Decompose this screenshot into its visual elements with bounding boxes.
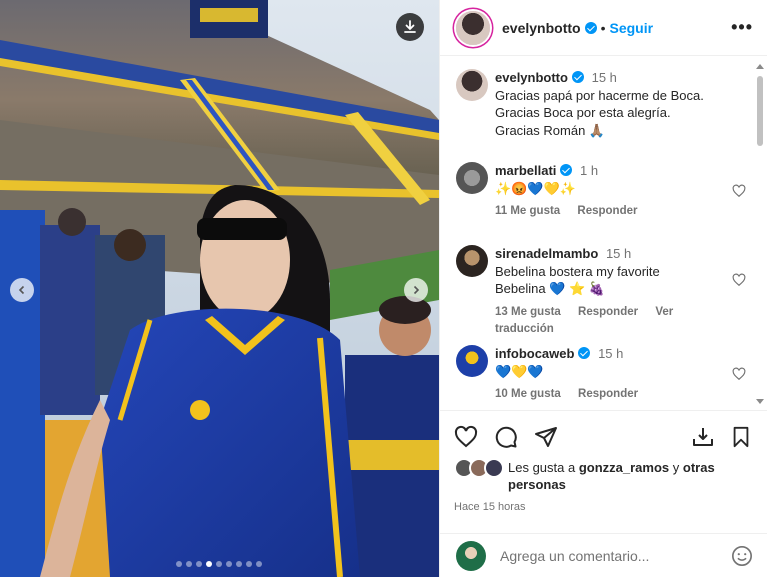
posted-time[interactable]: Hace 15 horas [454, 501, 753, 513]
comment-time[interactable]: 15 h [598, 346, 623, 361]
chevron-left-icon [18, 285, 25, 295]
carousel-dot [216, 561, 222, 567]
scroll-up-arrow-icon[interactable] [756, 64, 764, 69]
carousel-dot [176, 561, 182, 567]
others-link[interactable]: otras [683, 460, 715, 475]
more-options-button[interactable]: ••• [731, 17, 753, 38]
comment-avatar[interactable] [456, 345, 488, 377]
caption-line: Gracias Román 🙏🏽 [495, 122, 606, 138]
caption-username[interactable]: evelynbotto [495, 70, 568, 85]
caption-avatar[interactable] [456, 69, 488, 101]
header-separator: • [600, 19, 606, 36]
post-side-panel: evelynbotto • Seguir ••• evelynbotto 15 … [439, 0, 767, 577]
comment-heart-icon[interactable] [732, 184, 746, 198]
follow-button[interactable]: Seguir [609, 20, 653, 36]
likes-prefix: Les gusta a [508, 460, 576, 475]
carousel-dot [206, 561, 212, 567]
chevron-right-icon [413, 285, 420, 295]
like-button[interactable] [454, 425, 478, 449]
emoji-icon[interactable] [731, 545, 753, 567]
comment-likes[interactable]: 11 Me gusta [495, 205, 560, 217]
carousel-next-button[interactable] [404, 278, 428, 302]
author-username[interactable]: evelynbotto [502, 20, 581, 36]
add-comment-input[interactable]: Agrega un comentario... [500, 548, 731, 564]
bookmark-icon [733, 426, 749, 448]
likes-summary: Les gusta a gonzza_ramos y otras persona… [454, 458, 753, 493]
liker-username[interactable]: gonzza_ramos [579, 460, 669, 475]
liker-avatar [484, 458, 504, 478]
others-link-line2[interactable]: personas [508, 477, 566, 492]
comment-item: infobocaweb 15 h 💙💛💙 10 Me gusta Respond… [456, 345, 746, 404]
heart-icon [454, 425, 478, 448]
send-icon [535, 427, 557, 447]
save-button[interactable] [729, 425, 753, 449]
save-to-collection-button[interactable] [691, 425, 715, 449]
reply-button[interactable]: Responder [578, 306, 638, 318]
caption-time[interactable]: 15 h [592, 70, 617, 85]
comment-heart-icon[interactable] [732, 273, 746, 287]
caption-line: Gracias papá por hacerme de Boca. [495, 87, 704, 103]
comment-time[interactable]: 1 h [580, 163, 598, 178]
comment-text: 💙💛💙 [495, 363, 544, 379]
comment-time[interactable]: 15 h [606, 246, 631, 261]
scroll-thumb[interactable] [757, 76, 763, 146]
comment-likes[interactable]: 13 Me gusta [495, 306, 561, 318]
verified-badge-icon [584, 21, 597, 34]
comment-icon [495, 426, 517, 448]
post-photo[interactable] [0, 0, 439, 577]
author-avatar[interactable] [456, 10, 490, 45]
comments-scrollbar[interactable] [756, 64, 764, 404]
comment-text: ✨😡💙💛✨ [495, 180, 576, 196]
download-button[interactable] [396, 13, 424, 41]
comment-item: marbellati 1 h ✨😡💙💛✨ 11 Me gusta Respond… [456, 162, 746, 221]
scroll-down-arrow-icon[interactable] [756, 399, 764, 404]
caption-line: Gracias Boca por esta alegría. [495, 105, 671, 120]
carousel-dot [256, 561, 262, 567]
verified-badge-icon [571, 71, 584, 83]
comment-text: Bebelina 💙 ⭐ 🍇 [495, 281, 605, 296]
comment-likes[interactable]: 10 Me gusta [495, 388, 561, 400]
carousel-prev-button[interactable] [10, 278, 34, 302]
carousel-dot [246, 561, 252, 567]
caption: evelynbotto 15 h Gracias papá por hacerm… [456, 69, 746, 139]
download-icon [404, 20, 416, 33]
post-actions: Les gusta a gonzza_ramos y otras persona… [440, 410, 767, 513]
comment-item: sirenadelmambo 15 h Bebelina bostera my … [456, 245, 746, 339]
comment-username[interactable]: infobocaweb [495, 346, 574, 361]
post-modal: evelynbotto • Seguir ••• evelynbotto 15 … [0, 0, 767, 577]
comment-avatar[interactable] [456, 162, 488, 194]
liker-avatars[interactable] [454, 458, 506, 478]
current-user-avatar [456, 540, 486, 571]
likes-middle: y [672, 460, 680, 475]
share-button[interactable] [534, 425, 558, 449]
verified-badge-icon [560, 164, 573, 176]
comment-text: Bebelina bostera my favorite [495, 263, 660, 279]
stadium-photo [0, 0, 439, 577]
reply-button[interactable]: Responder [578, 388, 638, 400]
comment-username[interactable]: sirenadelmambo [495, 246, 598, 261]
download-to-tray-icon [693, 428, 713, 446]
comment-heart-icon[interactable] [732, 367, 746, 381]
reply-button[interactable]: Responder [577, 205, 637, 217]
post-header: evelynbotto • Seguir ••• [440, 0, 767, 56]
verified-badge-icon [578, 347, 591, 359]
carousel-dot [226, 561, 232, 567]
comment-button[interactable] [494, 425, 518, 449]
add-comment-bar: Agrega un comentario... [440, 533, 767, 577]
carousel-dot [236, 561, 242, 567]
comment-avatar[interactable] [456, 245, 488, 277]
comments-list[interactable]: evelynbotto 15 h Gracias papá por hacerm… [440, 57, 767, 409]
carousel-indicator [176, 561, 262, 567]
carousel-dot [186, 561, 192, 567]
carousel-dot [196, 561, 202, 567]
comment-username[interactable]: marbellati [495, 163, 556, 178]
